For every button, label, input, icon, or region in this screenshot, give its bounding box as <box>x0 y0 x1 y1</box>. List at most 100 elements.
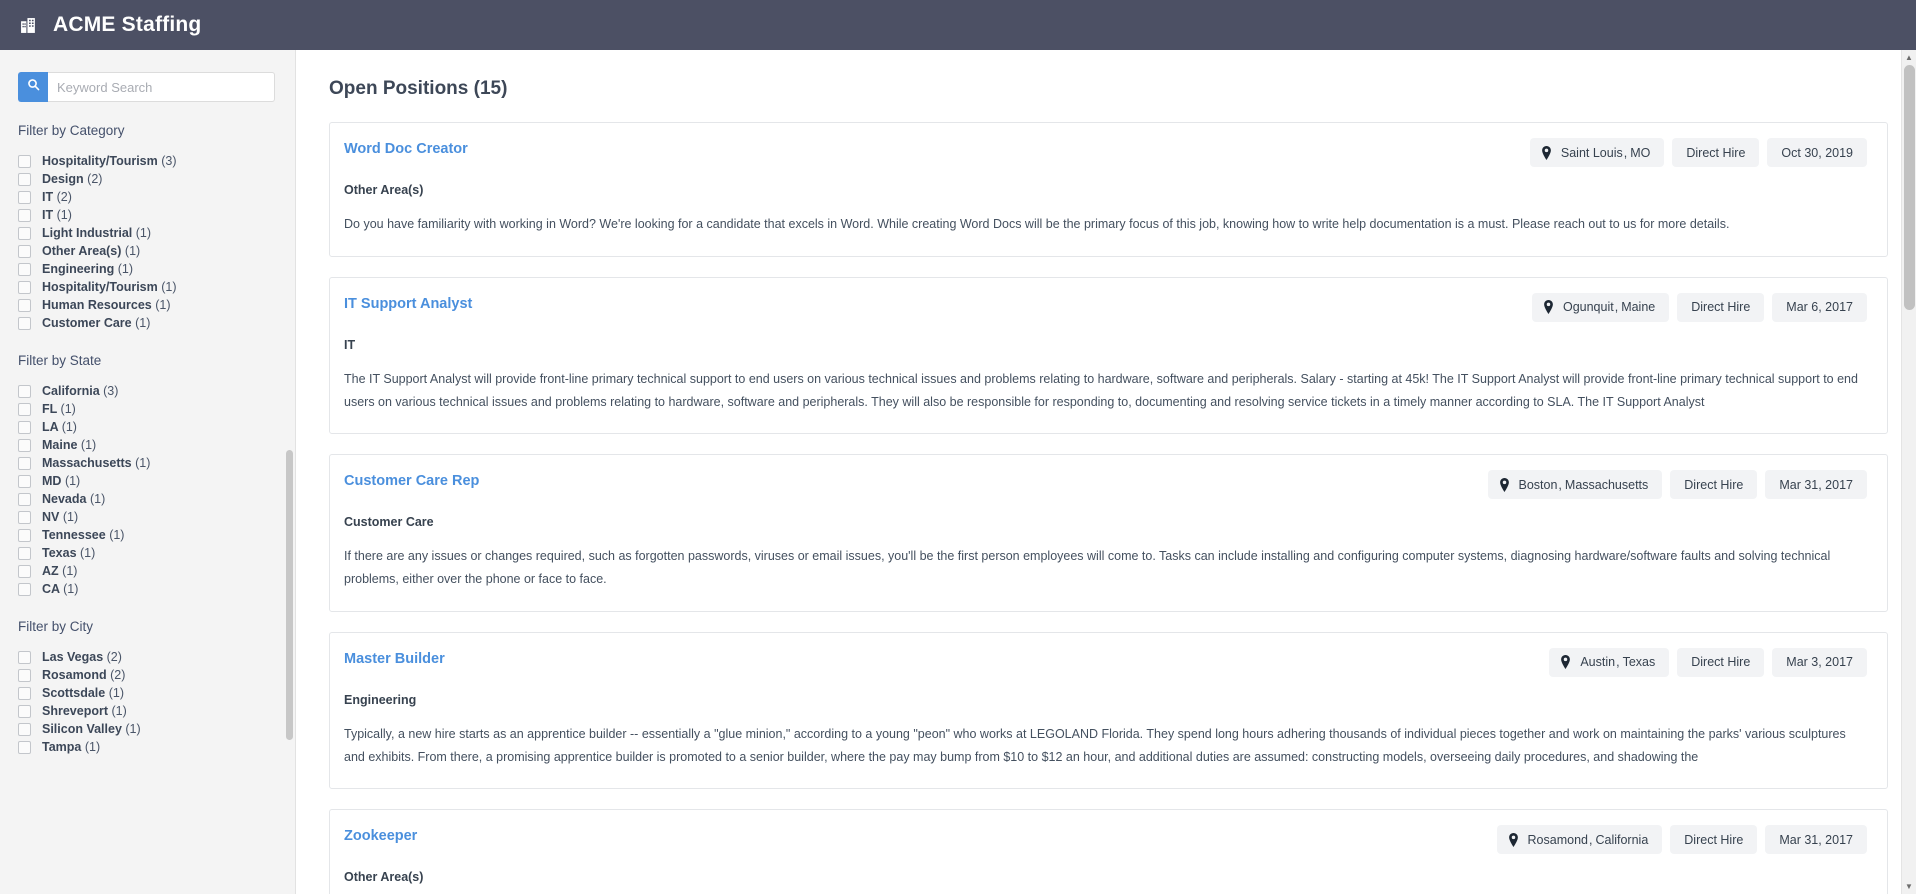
job-title-link[interactable]: Word Doc Creator <box>344 138 468 157</box>
job-card[interactable]: Customer Care Rep Boston, Massachusetts Dir… <box>329 454 1888 612</box>
job-card[interactable]: Master Builder Austin, Texas Direct Hire Mar… <box>329 631 1888 790</box>
filter-option[interactable]: Human Resources (1) <box>18 296 295 314</box>
search-input[interactable] <box>48 72 275 102</box>
job-category: Other Area(s) <box>344 183 424 197</box>
job-title-link[interactable]: IT Support Analyst <box>344 293 472 312</box>
filter-option-count: (1) <box>80 546 96 560</box>
filter-option-count: (1) <box>80 438 97 452</box>
scroll-down-arrow-icon[interactable]: ▼ <box>1902 879 1916 894</box>
app-title: ACME Staffing <box>53 13 202 36</box>
job-card[interactable]: Word Doc Creator Saint Louis, MO Direct Hir… <box>329 122 1888 257</box>
filter-checkbox[interactable] <box>18 582 31 596</box>
filter-checkbox[interactable] <box>18 456 31 470</box>
employment-type-badge: Direct Hire <box>1677 647 1765 677</box>
filter-option[interactable]: Hospitality/Tourism (1) <box>18 278 295 296</box>
job-card[interactable]: IT Support Analyst Ogunquit, Maine Direct H… <box>329 276 1888 435</box>
filter-checkbox[interactable] <box>18 402 31 416</box>
filter-option[interactable]: Hospitality/Tourism (3) <box>18 152 295 170</box>
filter-option[interactable]: Maine (1) <box>18 436 295 454</box>
filter-option[interactable]: Other Area(s) (1) <box>18 242 295 260</box>
filter-option-count: (1) <box>108 686 124 700</box>
scroll-up-arrow-icon[interactable]: ▲ <box>1902 50 1916 65</box>
filter-checkbox[interactable] <box>18 262 31 276</box>
job-badges: Austin, Texas Direct Hire Mar 3, 2017 <box>1549 647 1867 677</box>
filter-option-count: (1) <box>84 740 101 754</box>
filter-option-label: Customer Care (1) <box>42 316 150 330</box>
filter-checkbox[interactable] <box>18 740 31 754</box>
job-card[interactable]: Zookeeper Rosamond, California Direct Hire M… <box>329 809 1888 894</box>
filter-checkbox[interactable] <box>18 474 31 488</box>
filter-option-count: (1) <box>161 280 177 294</box>
filter-option[interactable]: Massachusetts (1) <box>18 454 295 472</box>
filter-option[interactable]: Tampa (1) <box>18 738 295 756</box>
filter-option[interactable]: AZ (1) <box>18 562 295 580</box>
filter-option[interactable]: Shreveport (1) <box>18 702 295 720</box>
filter-checkbox[interactable] <box>18 546 31 560</box>
job-badges: Saint Louis, MO Direct Hire Oct 30, 2019 <box>1529 138 1867 167</box>
filter-checkbox[interactable] <box>18 190 31 204</box>
filter-checkbox[interactable] <box>18 686 31 700</box>
filter-option-count: (1) <box>109 528 125 542</box>
filter-option-count: (1) <box>125 722 141 736</box>
filter-checkbox[interactable] <box>18 564 31 578</box>
filter-checkbox[interactable] <box>18 510 31 524</box>
search-button[interactable] <box>18 72 48 102</box>
filter-option[interactable]: Nevada (1) <box>18 490 295 508</box>
filter-option[interactable]: IT (2) <box>18 188 295 206</box>
filter-checkbox[interactable] <box>18 704 31 718</box>
filter-option[interactable]: Scottsdale (1) <box>18 684 295 702</box>
sidebar-scrollbar-thumb[interactable] <box>286 450 293 740</box>
filter-option[interactable]: NV (1) <box>18 508 295 526</box>
filter-option[interactable]: CA (1) <box>18 580 295 598</box>
filter-checkbox[interactable] <box>18 650 31 664</box>
filter-option-name: NV <box>42 510 60 524</box>
filter-option-name: Design <box>42 172 84 186</box>
job-description: If there are any issues or changes requi… <box>344 549 1831 586</box>
filter-option-label: AZ (1) <box>42 564 77 578</box>
job-description: Typically, a new hire starts as an appre… <box>344 726 1846 764</box>
filter-option-label: Light Industrial (1) <box>42 226 151 240</box>
job-state: Texas <box>1622 655 1656 670</box>
filter-option[interactable]: FL (1) <box>18 400 295 418</box>
job-title-link[interactable]: Customer Care Rep <box>344 470 479 489</box>
filter-checkbox[interactable] <box>18 722 31 736</box>
filter-option[interactable]: Rosamond (2) <box>18 666 295 684</box>
job-title-link[interactable]: Zookeeper <box>344 825 417 844</box>
filter-option-count: (1) <box>89 492 106 506</box>
filter-checkbox[interactable] <box>18 226 31 240</box>
filter-option[interactable]: Texas (1) <box>18 544 295 562</box>
page-scrollbar-thumb[interactable] <box>1904 65 1915 310</box>
filter-option[interactable]: IT (1) <box>18 206 295 224</box>
page-scrollbar[interactable]: ▲ ▼ <box>1901 50 1916 894</box>
filter-group: Filter by Category Hospitality/Tourism (3… <box>0 123 295 332</box>
job-category: Customer Care <box>344 515 434 530</box>
location-separator: , <box>1614 300 1619 315</box>
filter-option-label: Silicon Valley (1) <box>42 722 141 736</box>
filter-checkbox[interactable] <box>18 208 31 222</box>
filter-option[interactable]: Light Industrial (1) <box>18 224 295 242</box>
filter-option[interactable]: Engineering (1) <box>18 260 295 278</box>
filter-checkbox[interactable] <box>18 384 31 398</box>
filter-option[interactable]: Las Vegas (2) <box>18 648 295 666</box>
filter-checkbox[interactable] <box>18 492 31 506</box>
filter-option[interactable]: Customer Care (1) <box>18 314 295 332</box>
filter-option[interactable]: LA (1) <box>18 418 295 436</box>
filter-checkbox[interactable] <box>18 244 31 258</box>
filter-checkbox[interactable] <box>18 668 31 682</box>
filter-checkbox[interactable] <box>18 298 31 312</box>
filter-checkbox[interactable] <box>18 528 31 542</box>
filter-checkbox[interactable] <box>18 316 31 330</box>
filter-option[interactable]: Design (2) <box>18 170 295 188</box>
filter-checkbox[interactable] <box>18 438 31 452</box>
filter-option-label: Human Resources (1) <box>42 298 171 312</box>
filter-option[interactable]: Tennessee (1) <box>18 526 295 544</box>
filter-option[interactable]: Silicon Valley (1) <box>18 720 295 738</box>
filter-checkbox[interactable] <box>18 280 31 294</box>
filter-option[interactable]: California (3) <box>18 382 295 400</box>
filter-checkbox[interactable] <box>18 154 31 168</box>
job-title-link[interactable]: Master Builder <box>344 648 445 667</box>
filter-option[interactable]: MD (1) <box>18 472 295 490</box>
filter-option-list: Hospitality/Tourism (3) Design (2) IT (2) I… <box>0 152 295 332</box>
filter-checkbox[interactable] <box>18 420 31 434</box>
filter-checkbox[interactable] <box>18 172 31 186</box>
